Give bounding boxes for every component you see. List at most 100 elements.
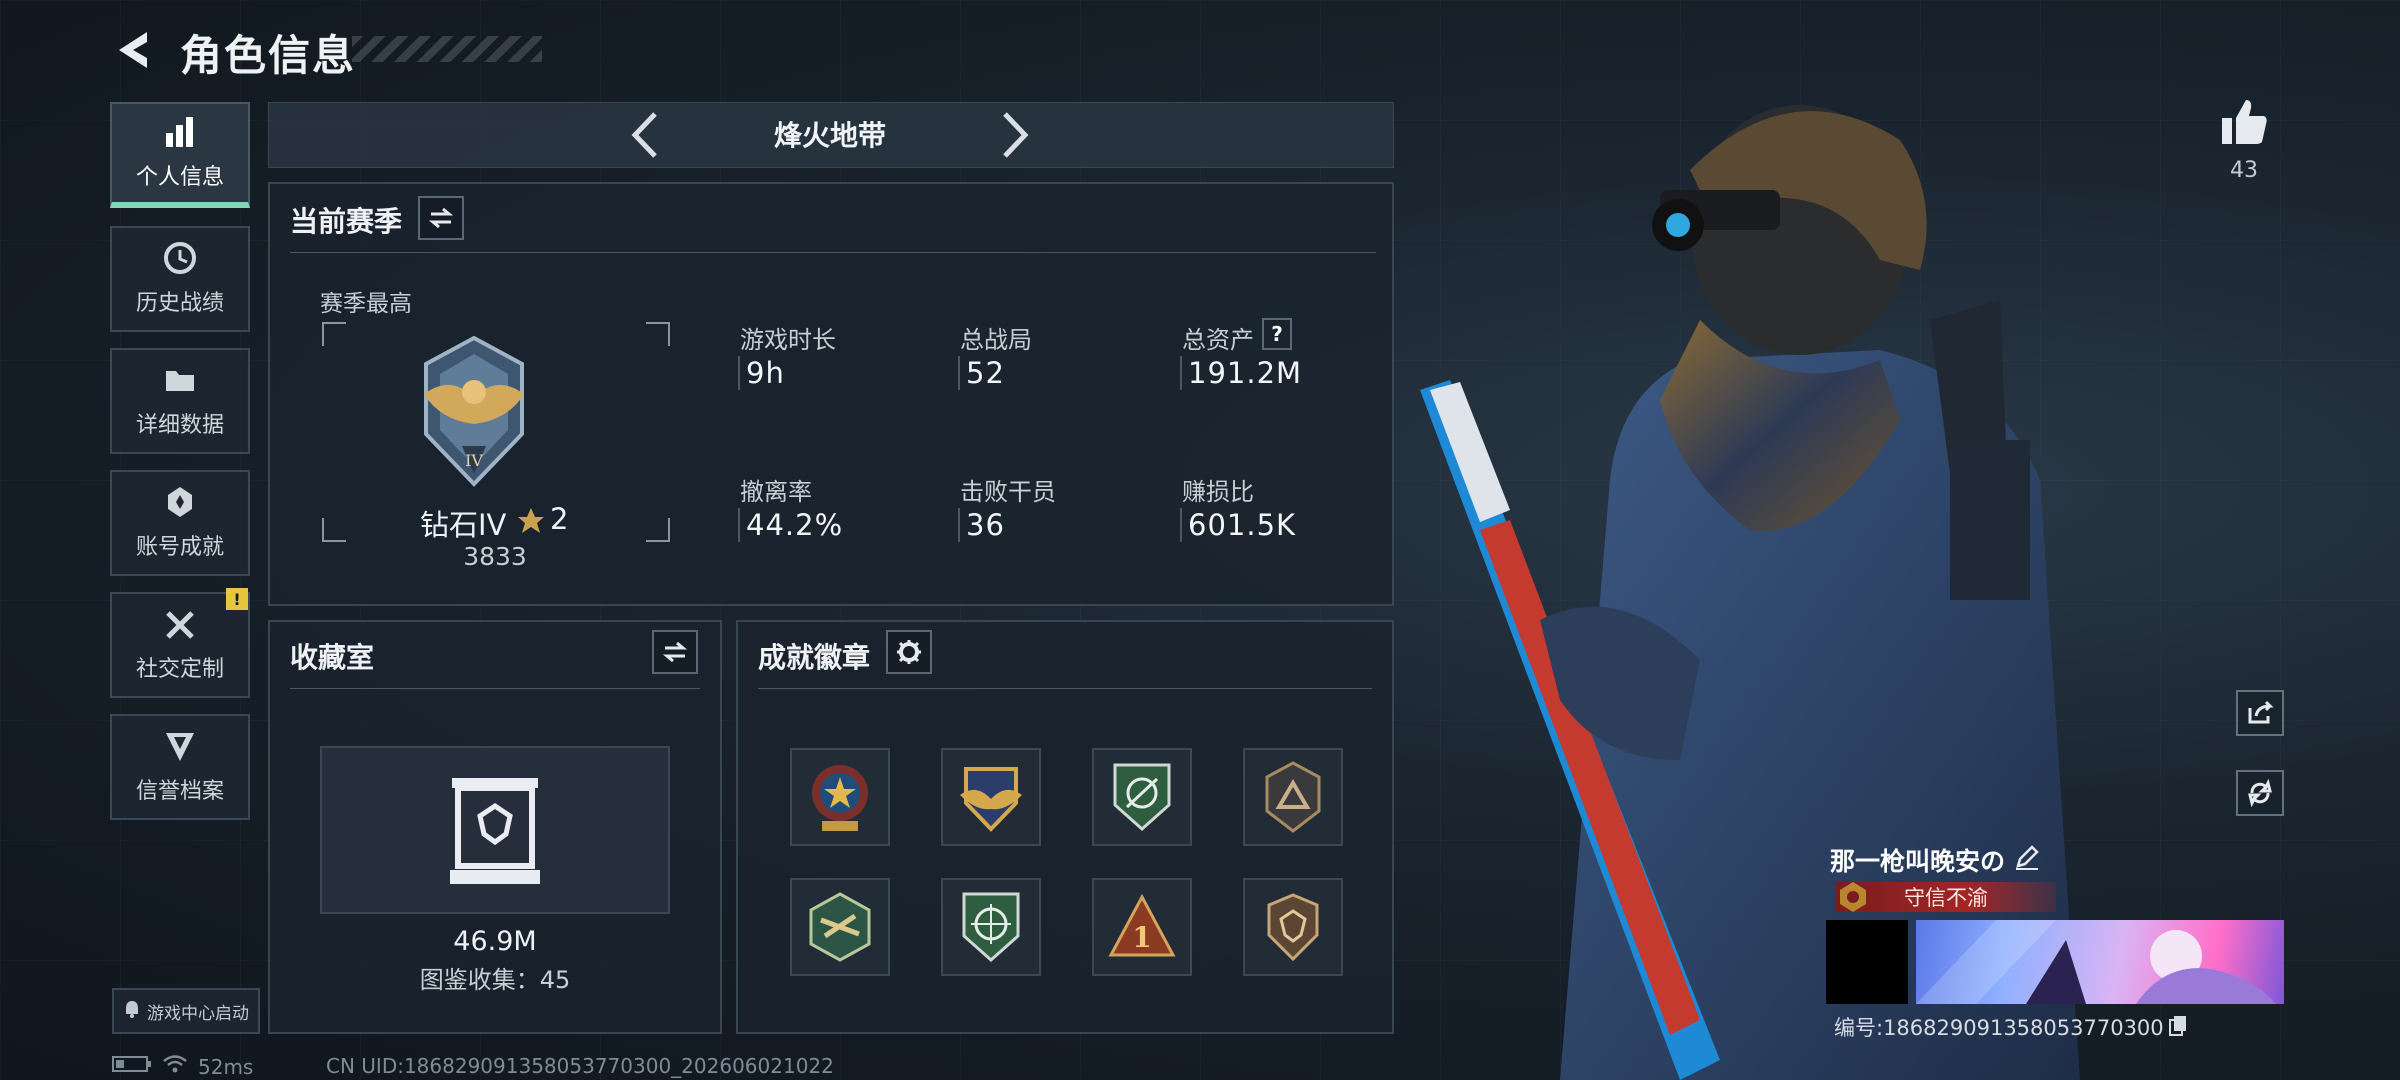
swap-icon: [428, 207, 454, 229]
collection-divider: [290, 688, 700, 689]
sidebar-item-credit-file[interactable]: 信誉档案: [110, 714, 250, 820]
like-button[interactable]: [2218, 96, 2270, 148]
credit-shield-icon: [162, 729, 198, 763]
thumbs-up-icon: [2222, 100, 2267, 144]
ping-value: 52ms: [198, 1054, 254, 1079]
sidebar-item-history[interactable]: 历史战绩: [110, 226, 250, 332]
anime-banner-art-icon: [1916, 920, 2276, 1004]
sidebar-item-label: 个人信息: [135, 165, 224, 190]
achievement-badge-slot[interactable]: [1243, 878, 1343, 976]
avatar[interactable]: [1826, 920, 1908, 1004]
history-clock-icon: [162, 241, 198, 275]
gold-wings-badge-icon: [960, 767, 1022, 832]
stat-total-matches-value: 52: [958, 356, 1005, 390]
achievement-badge-slot[interactable]: [790, 878, 890, 976]
game-center-launch-button[interactable]: 游戏中心启动: [112, 988, 260, 1034]
copy-uid-button[interactable]: [2168, 1014, 2188, 1041]
stat-extract-rate-value: 44.2%: [738, 508, 843, 542]
sidebar-item-personal-info[interactable]: 个人信息: [110, 102, 250, 208]
green-crosshair-badge-icon: [962, 892, 1020, 963]
sidebar-item-label: 历史战绩: [135, 291, 224, 316]
frame-corner: [646, 518, 670, 542]
copy-icon: [2168, 1015, 2186, 1036]
green-target-badge-icon: [1113, 763, 1171, 832]
edit-name-button[interactable]: [2014, 844, 2040, 874]
collection-switch-button[interactable]: [652, 630, 698, 674]
achievements-settings-button[interactable]: [886, 630, 932, 674]
drone-hex-badge-icon: [809, 892, 871, 962]
page-title: 角色信息: [180, 31, 357, 80]
folder-icon: [162, 363, 198, 397]
back-button[interactable]: [108, 26, 158, 74]
frame-corner: [322, 518, 346, 542]
title-decoration: [352, 36, 542, 62]
sidebar-item-label: 信誉档案: [135, 779, 224, 804]
player-uid: 编号:18682909135805377030​0: [1834, 1012, 2188, 1042]
sidebar-item-detailed-data[interactable]: 详细数据: [110, 348, 250, 454]
chevron-left-icon: [631, 112, 657, 158]
achievement-badge-slot[interactable]: [790, 748, 890, 846]
svg-text:IV: IV: [465, 451, 483, 470]
svg-text:1: 1: [1132, 921, 1151, 954]
stat-total-matches-label: 总战局: [960, 326, 1032, 354]
season-divider: [290, 252, 1376, 253]
sidebar-item-label: 账号成就: [135, 535, 224, 560]
bronze-crest-badge-icon: [1267, 893, 1319, 962]
frame-corner: [322, 322, 346, 346]
launch-label: 游戏中心启动: [147, 1003, 249, 1024]
season-switch-button[interactable]: [418, 196, 464, 240]
achievements-panel-title: 成就徽章: [758, 641, 871, 674]
share-button[interactable]: [2236, 690, 2284, 736]
collection-panel-title: 收藏室: [290, 641, 375, 674]
mode-next-button[interactable]: [995, 108, 1035, 162]
refresh-icon: [2248, 779, 2272, 807]
profile-banner[interactable]: [1916, 920, 2284, 1004]
achievement-badge-slot[interactable]: [1092, 748, 1192, 846]
collection-count: 图鉴收集：45: [419, 966, 571, 994]
assets-help-button[interactable]: ?: [1262, 318, 1292, 350]
gear-icon: [897, 640, 921, 664]
wifi-icon: [162, 1054, 188, 1079]
achievement-badge-slot[interactable]: [941, 878, 1041, 976]
like-count: 43: [2230, 158, 2258, 183]
achievement-badge-slot[interactable]: [941, 748, 1041, 846]
star-icon: [518, 508, 544, 533]
cn-uid-text: CN UID:18682909135805377030​0_2026060210…: [326, 1054, 834, 1078]
bar-chart-icon: [162, 115, 198, 149]
tools-icon: [162, 607, 198, 641]
sidebar-item-label: 社交定制: [135, 657, 224, 682]
frame-corner: [646, 322, 670, 346]
achievement-icon: [162, 485, 198, 519]
achievements-divider: [758, 688, 1372, 689]
stat-profit-ratio-value: 601.5K: [1180, 508, 1296, 542]
stat-kills-label: 击败干员: [960, 478, 1056, 506]
battery-icon: [112, 1054, 152, 1079]
title-emblem-icon: [1840, 882, 1866, 912]
share-icon: [2248, 700, 2274, 724]
pencil-icon: [2016, 845, 2039, 870]
player-nickname: 那一枪叫晚安の: [1830, 847, 2006, 876]
season-panel-title: 当前赛季: [290, 205, 403, 238]
refresh-button[interactable]: [2236, 770, 2284, 816]
display-case-icon: [450, 778, 540, 884]
bronze-triangle-badge-icon: [1265, 761, 1321, 833]
status-bar: 52ms: [112, 1054, 253, 1079]
season-best-label: 赛季最高: [320, 291, 412, 317]
swap-icon: [662, 641, 688, 663]
stat-total-assets-label: 总资产: [1182, 326, 1254, 354]
stat-total-assets-value: 191.2M: [1180, 356, 1302, 390]
number-one-badge-icon: 1: [1108, 893, 1176, 957]
bell-icon: [123, 999, 141, 1024]
back-arrow-icon: [119, 32, 147, 68]
achievement-badge-slot[interactable]: 1: [1092, 878, 1192, 976]
mode-title: 烽火地带: [773, 119, 886, 152]
stat-play-time-label: 游戏时长: [740, 326, 836, 354]
mode-prev-button[interactable]: [625, 108, 665, 162]
stat-play-time-value: 9h: [738, 356, 785, 390]
rank-stars-count: 2: [550, 502, 569, 536]
star-medal-icon: [812, 765, 868, 831]
chevron-right-icon: [1003, 112, 1029, 158]
sidebar-item-achievements[interactable]: 账号成就: [110, 470, 250, 576]
notification-badge: !: [226, 588, 248, 610]
achievement-badge-slot[interactable]: [1243, 748, 1343, 846]
